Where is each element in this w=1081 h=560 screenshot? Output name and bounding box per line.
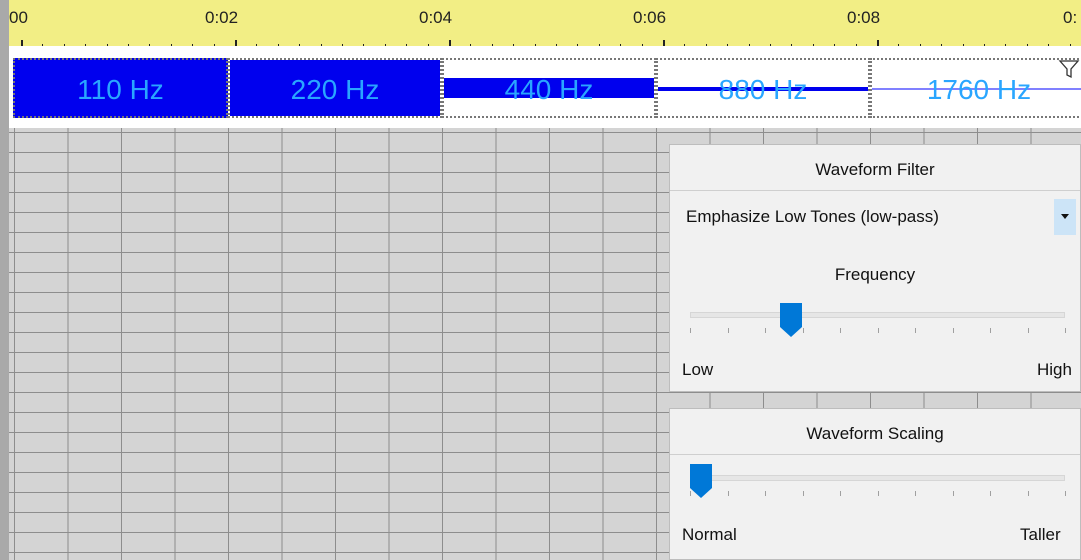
slider-tick xyxy=(1027,491,1029,496)
panel-divider xyxy=(670,190,1080,191)
filter-type-value: Emphasize Low Tones (low-pass) xyxy=(686,207,939,226)
frequency-label: Frequency xyxy=(834,265,916,284)
slider-tick xyxy=(1065,328,1066,333)
segment-label: 440 Hz xyxy=(504,74,594,105)
frequency-high-label: High xyxy=(1037,360,1072,379)
slider-tick xyxy=(877,328,879,333)
segment-label: 110 Hz xyxy=(77,74,164,105)
slider-tick xyxy=(765,491,766,496)
slider-tick xyxy=(1027,328,1029,333)
slider-tick xyxy=(690,328,691,333)
slider-tick xyxy=(727,328,729,333)
waveform-segment-220hz[interactable]: 220 Hz xyxy=(228,58,442,118)
frequency-slider[interactable] xyxy=(690,303,1066,343)
slider-tick xyxy=(990,328,991,333)
time-label-2: 0:02 xyxy=(205,8,239,27)
slider-tick xyxy=(952,328,954,333)
frequency-slider-thumb[interactable] xyxy=(780,303,803,337)
segment-label: 880 Hz xyxy=(718,74,808,105)
slider-tick xyxy=(802,491,804,496)
slider-tick xyxy=(765,328,766,333)
time-label-4: 0:04 xyxy=(419,8,453,27)
frequency-low-label: Low xyxy=(682,360,714,379)
slider-tick xyxy=(727,491,729,496)
time-label-10: 0: xyxy=(1063,8,1078,27)
waveform-segment-1760hz[interactable]: 1760 Hz xyxy=(870,58,1081,118)
slider-tick xyxy=(915,328,916,333)
waveform-segment-880hz[interactable]: 880 Hz xyxy=(656,58,870,118)
panel-divider xyxy=(670,454,1080,455)
slider-tick xyxy=(802,328,804,333)
frequency-slider-track xyxy=(690,312,1065,318)
filter-icon[interactable] xyxy=(1058,58,1080,80)
waveform-scaling-panel: Waveform Scaling Normal Taller xyxy=(669,408,1081,560)
scaling-slider[interactable] xyxy=(690,461,1066,501)
waveform-filter-title: Waveform Filter xyxy=(815,160,935,179)
slider-tick xyxy=(915,491,916,496)
scaling-slider-track xyxy=(690,475,1065,481)
time-label-0: 00 xyxy=(9,8,28,27)
chevron-down-icon xyxy=(1061,214,1069,219)
scaling-taller-label: Taller xyxy=(1020,525,1061,544)
dropdown-button[interactable] xyxy=(1054,199,1076,235)
slider-tick xyxy=(990,491,991,496)
slider-tick xyxy=(877,491,879,496)
slider-tick xyxy=(1065,491,1066,496)
segment-label: 220 Hz xyxy=(290,74,380,105)
slider-tick xyxy=(840,328,841,333)
time-label-8: 0:08 xyxy=(847,8,881,27)
time-label-6: 0:06 xyxy=(633,8,667,27)
waveform-strip[interactable]: 110 Hz 220 Hz 440 Hz 880 Hz 1760 Hz xyxy=(9,46,1081,128)
segment-label: 1760 Hz xyxy=(926,74,1032,105)
slider-tick xyxy=(952,491,954,496)
scaling-slider-thumb[interactable] xyxy=(690,464,713,498)
filter-type-dropdown[interactable]: Emphasize Low Tones (low-pass) xyxy=(678,197,1078,237)
scaling-normal-label: Normal xyxy=(682,525,737,544)
waveform-scaling-title: Waveform Scaling xyxy=(806,424,944,443)
waveform-filter-panel: Waveform Filter Emphasize Low Tones (low… xyxy=(669,144,1081,392)
waveform-segment-440hz[interactable]: 440 Hz xyxy=(442,58,656,118)
waveform-segment-110hz[interactable]: 110 Hz xyxy=(13,58,228,118)
slider-tick xyxy=(840,491,841,496)
timeline-ruler[interactable]: 00 0:02 0:04 0:06 0:08 0: xyxy=(9,0,1081,46)
left-edge-strip xyxy=(0,0,9,560)
